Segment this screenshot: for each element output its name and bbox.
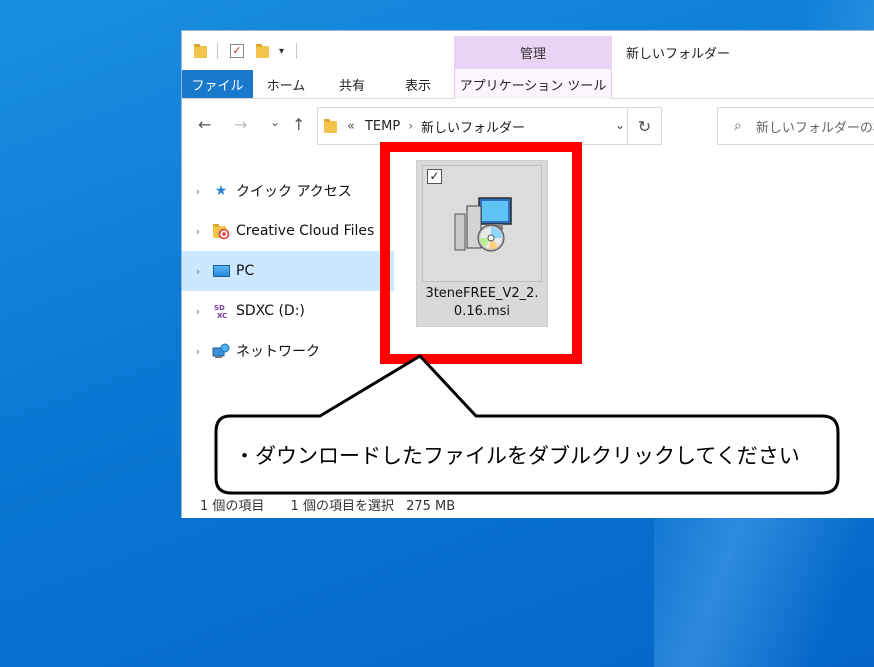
network-icon: [211, 342, 231, 360]
status-item-count: 1 個の項目: [200, 499, 265, 514]
quick-access-toolbar: ✓ ▾: [194, 41, 298, 61]
sidebar-item-label: ネットワーク: [236, 344, 320, 360]
up-icon[interactable]: ↑: [292, 115, 305, 134]
status-selection: 1 個の項目を選択: [290, 499, 394, 514]
svg-text:SD: SD: [214, 304, 225, 312]
callout-text: ・ダウンロードしたファイルをダブルクリックしてください: [234, 444, 800, 468]
tab-share[interactable]: 共有: [324, 69, 380, 99]
chevron-down-icon[interactable]: ⌄: [615, 118, 625, 132]
chevron-right-icon[interactable]: ›: [408, 119, 413, 133]
status-bar: 1 個の項目 1 個の項目を選択 275 MB: [200, 495, 477, 514]
address-bar[interactable]: « TEMP › 新しいフォルダー ⌄ ↻: [317, 107, 662, 145]
forward-icon[interactable]: →: [234, 115, 247, 134]
window-title: 新しいフォルダー: [626, 47, 731, 62]
tab-home[interactable]: ホーム: [260, 69, 312, 99]
folder-icon: [194, 44, 207, 58]
search-icon: ⌕: [734, 118, 742, 134]
overflow-crumb[interactable]: «: [347, 119, 355, 134]
sidebar-item-label: クイック アクセス: [236, 184, 352, 200]
manage-tab[interactable]: 管理: [454, 36, 612, 69]
sidebar-item-label: Creative Cloud Files: [236, 223, 375, 239]
back-icon[interactable]: ←: [198, 115, 211, 134]
chevron-right-icon[interactable]: ›: [185, 225, 211, 238]
navigation-pane: › ★ クイック アクセス › Creative Cloud Files › P…: [182, 171, 394, 371]
sdxc-icon: SD XC: [211, 302, 231, 320]
search-placeholder: 新しいフォルダーの検索: [755, 120, 874, 136]
customize-toolbar-icon[interactable]: ▾: [279, 46, 284, 57]
sidebar-item-quick-access[interactable]: › ★ クイック アクセス: [182, 171, 394, 211]
chevron-right-icon[interactable]: ›: [185, 305, 211, 318]
svg-text:XC: XC: [217, 312, 227, 320]
breadcrumb-temp[interactable]: TEMP: [365, 119, 400, 134]
refresh-icon[interactable]: ↻: [627, 108, 661, 144]
divider: [217, 43, 218, 59]
sidebar-item-network[interactable]: › ネットワーク: [182, 331, 394, 371]
folder-icon: [324, 119, 337, 133]
sidebar-item-label: SDXC (D:): [236, 303, 305, 319]
sidebar-item-creative-cloud[interactable]: › Creative Cloud Files: [182, 211, 394, 251]
new-folder-icon[interactable]: [256, 44, 269, 58]
breadcrumb-current[interactable]: 新しいフォルダー: [421, 117, 525, 136]
pc-icon: [211, 262, 231, 280]
status-size: 275 MB: [406, 499, 456, 514]
title-bar: ✓ ▾ 管理 新しいフォルダー: [182, 31, 874, 71]
search-input[interactable]: ⌕ 新しいフォルダーの検索: [717, 107, 874, 145]
divider: [296, 43, 298, 59]
creative-cloud-icon: [211, 222, 231, 240]
sidebar-item-sdxc[interactable]: › SD XC SDXC (D:): [182, 291, 394, 331]
sidebar-item-pc[interactable]: › PC: [182, 251, 394, 291]
tab-view[interactable]: 表示: [390, 69, 446, 99]
star-icon: ★: [214, 183, 228, 199]
chevron-right-icon[interactable]: ›: [185, 345, 211, 358]
ribbon-tabs: ファイル ホーム 共有 表示 アプリケーション ツール: [182, 69, 874, 99]
tab-application-tools[interactable]: アプリケーション ツール: [454, 69, 612, 99]
recent-locations-icon[interactable]: ⌄: [270, 115, 280, 129]
chevron-right-icon[interactable]: ›: [185, 185, 211, 198]
sidebar-item-label: PC: [236, 263, 255, 279]
highlight-box: [380, 142, 582, 364]
chevron-right-icon[interactable]: ›: [185, 265, 211, 278]
properties-icon[interactable]: ✓: [230, 44, 244, 58]
tab-file[interactable]: ファイル: [182, 70, 253, 98]
